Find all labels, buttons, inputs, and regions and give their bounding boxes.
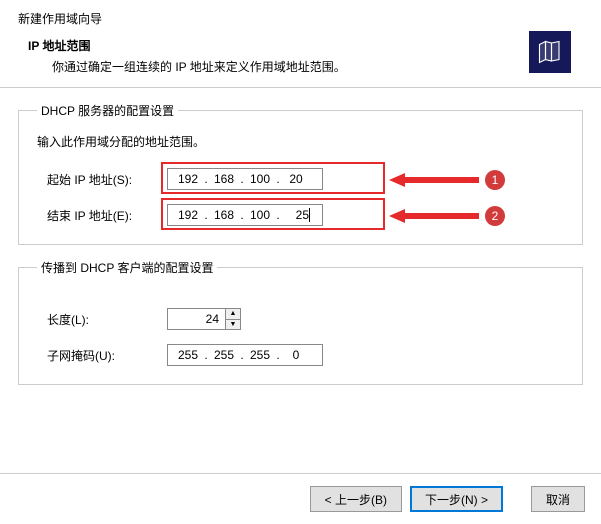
ip-octet[interactable]: 100 bbox=[246, 172, 274, 186]
mask-label: 子网掩码(U): bbox=[37, 347, 167, 364]
ip-octet[interactable]: 192 bbox=[174, 208, 202, 222]
page-heading: IP 地址范围 bbox=[28, 37, 346, 54]
window-title: 新建作用域向导 bbox=[18, 10, 583, 27]
ip-octet[interactable]: 255 bbox=[246, 348, 274, 362]
wizard-button-bar: < 上一步(B) 下一步(N) > 取消 bbox=[0, 473, 601, 524]
back-button[interactable]: < 上一步(B) bbox=[310, 486, 402, 512]
start-ip-input[interactable]: 192. 168. 100. 20 bbox=[167, 168, 323, 190]
annotation-arrow-1: 1 bbox=[389, 170, 505, 190]
ip-octet[interactable]: 168 bbox=[210, 172, 238, 186]
length-value[interactable]: 24 bbox=[167, 308, 225, 330]
wizard-icon bbox=[529, 31, 571, 73]
spin-down-icon[interactable]: ▼ bbox=[226, 320, 240, 330]
length-stepper[interactable]: 24 ▲ ▼ bbox=[167, 308, 241, 330]
ip-octet[interactable]: 20 bbox=[282, 172, 310, 186]
ip-octet[interactable]: 25 bbox=[282, 208, 310, 223]
dhcp-client-group: 传播到 DHCP 客户端的配置设置 长度(L): 24 ▲ ▼ 子网掩码(U):… bbox=[18, 259, 583, 385]
ip-octet[interactable]: 0 bbox=[282, 348, 310, 362]
end-ip-input[interactable]: 192. 168. 100. 25 bbox=[167, 204, 323, 226]
next-button[interactable]: 下一步(N) > bbox=[410, 486, 503, 512]
annotation-arrow-2: 2 bbox=[389, 206, 505, 226]
end-ip-label: 结束 IP 地址(E): bbox=[37, 207, 167, 224]
annotation-badge-2: 2 bbox=[485, 206, 505, 226]
ip-octet[interactable]: 192 bbox=[174, 172, 202, 186]
dhcp-server-group: DHCP 服务器的配置设置 输入此作用域分配的地址范围。 起始 IP 地址(S)… bbox=[18, 102, 583, 245]
start-ip-label: 起始 IP 地址(S): bbox=[37, 171, 167, 188]
ip-octet[interactable]: 255 bbox=[210, 348, 238, 362]
dhcp-server-legend: DHCP 服务器的配置设置 bbox=[37, 102, 178, 119]
spin-up-icon[interactable]: ▲ bbox=[226, 309, 240, 320]
mask-input[interactable]: 255. 255. 255. 0 bbox=[167, 344, 323, 366]
ip-octet[interactable]: 255 bbox=[174, 348, 202, 362]
dhcp-instruction: 输入此作用域分配的地址范围。 bbox=[37, 133, 564, 150]
cancel-button[interactable]: 取消 bbox=[531, 486, 585, 512]
annotation-badge-1: 1 bbox=[485, 170, 505, 190]
dhcp-client-legend: 传播到 DHCP 客户端的配置设置 bbox=[37, 259, 217, 276]
ip-octet[interactable]: 100 bbox=[246, 208, 274, 222]
length-label: 长度(L): bbox=[37, 311, 167, 328]
page-subtitle: 你通过确定一组连续的 IP 地址来定义作用域地址范围。 bbox=[28, 58, 346, 75]
ip-octet[interactable]: 168 bbox=[210, 208, 238, 222]
